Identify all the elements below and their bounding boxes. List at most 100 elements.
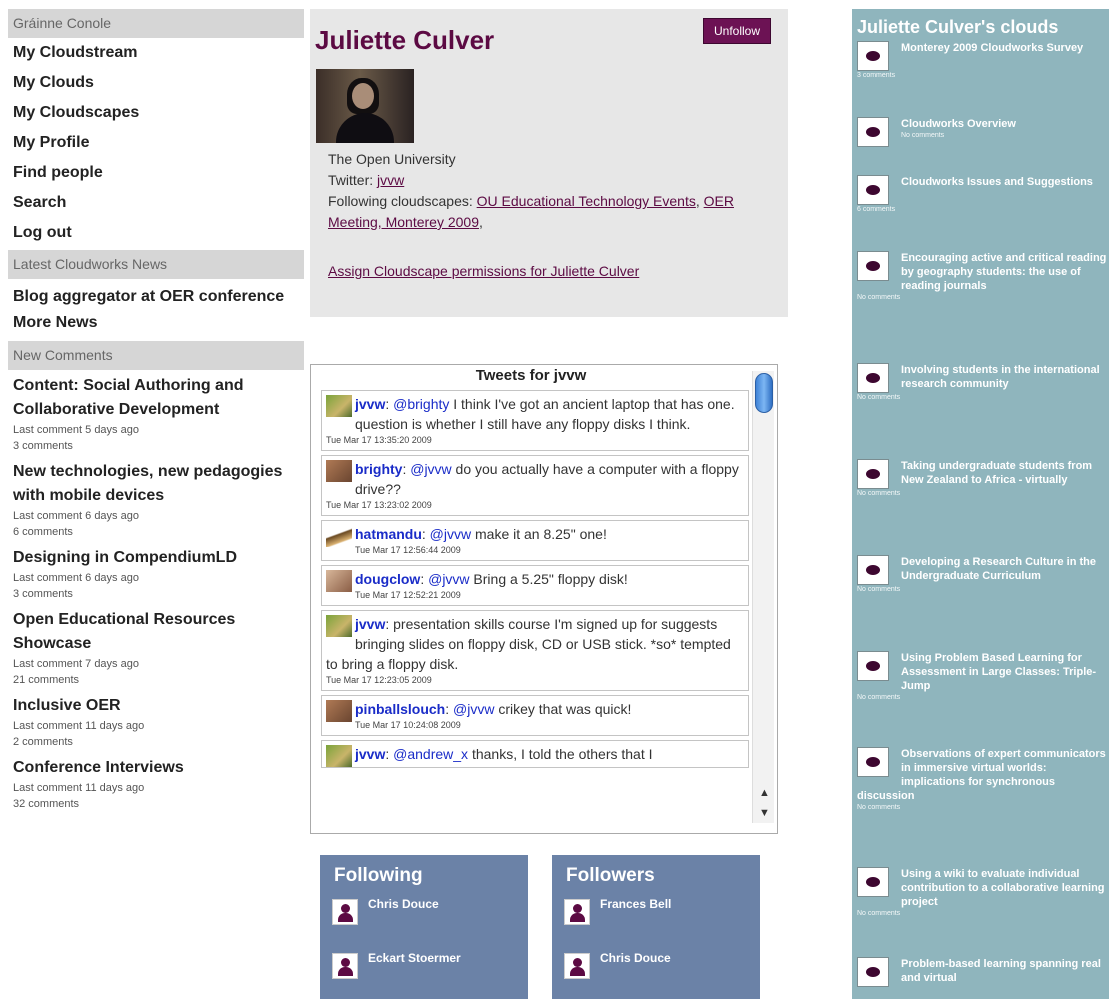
comment-count: 32 comments xyxy=(13,798,80,810)
cloud-title[interactable]: Encouraging active and critical reading … xyxy=(857,251,1107,293)
person-name[interactable]: Chris Douce xyxy=(600,951,671,965)
cloud-title[interactable]: Involving students in the international … xyxy=(857,363,1107,391)
cloud-title[interactable]: Problem-based learning spanning real and… xyxy=(857,957,1107,985)
cloud-item[interactable]: Using a wiki to evaluate individual cont… xyxy=(852,867,1109,957)
nav-my-cloudstream[interactable]: My Cloudstream xyxy=(8,38,304,68)
following-box: Following Chris Douce Eckart Stoermer xyxy=(320,855,528,999)
comment-item: Inclusive OER Last comment 11 days ago 2… xyxy=(8,694,304,750)
tweet-list[interactable]: jvvw: @brighty I think I've got an ancie… xyxy=(321,390,749,832)
cloud-title[interactable]: Observations of expert communicators in … xyxy=(857,747,1107,803)
tweet-mention[interactable]: @brighty xyxy=(393,396,449,412)
nav-my-profile[interactable]: My Profile xyxy=(8,128,304,158)
scroll-up-icon[interactable]: ▲ xyxy=(759,787,770,799)
cloud-title[interactable]: Cloudworks Overview xyxy=(857,117,1107,131)
comment-title[interactable]: Conference Interviews xyxy=(13,756,304,780)
tweet-user[interactable]: hatmandu xyxy=(355,526,422,542)
person-name[interactable]: Eckart Stoermer xyxy=(368,951,461,965)
scrollbar-thumb[interactable] xyxy=(755,373,773,413)
tweet-user[interactable]: brighty xyxy=(355,461,402,477)
cloud-item[interactable]: Cloudworks Issues and Suggestions 6 comm… xyxy=(852,175,1109,251)
user-avatar[interactable] xyxy=(326,395,352,417)
tweets-scrollbar[interactable]: ▲ ▼ xyxy=(752,371,774,823)
person-name[interactable]: Frances Bell xyxy=(600,897,671,911)
cloud-title[interactable]: Using Problem Based Learning for Assessm… xyxy=(857,651,1107,693)
following-person[interactable]: Eckart Stoermer xyxy=(320,949,528,999)
nav-find-people[interactable]: Find people xyxy=(8,158,304,188)
comment-last: Last comment 6 days ago xyxy=(13,572,139,584)
tweet-mention[interactable]: @jvvw xyxy=(428,571,469,587)
tweet-user[interactable]: jvvw xyxy=(355,616,385,632)
tweet-mention[interactable]: @jvvw xyxy=(453,701,494,717)
comment-title[interactable]: Inclusive OER xyxy=(13,694,304,718)
user-avatar[interactable] xyxy=(326,700,352,722)
user-avatar[interactable] xyxy=(326,570,352,592)
cloud-item[interactable]: Developing a Research Culture in the Und… xyxy=(852,555,1109,651)
cloud-comments: 6 comments xyxy=(857,206,896,213)
tweet: hatmandu: @jvvw make it an 8.25" one! Tu… xyxy=(321,520,749,561)
tweet-time: Tue Mar 17 12:56:44 2009 xyxy=(355,545,461,555)
cloud-item[interactable]: Taking undergraduate students from New Z… xyxy=(852,459,1109,555)
cloud-item[interactable]: Observations of expert communicators in … xyxy=(852,747,1109,867)
follower-person[interactable]: Frances Bell xyxy=(552,895,760,949)
tweet-mention[interactable]: @andrew_x xyxy=(393,746,468,762)
tweet-user[interactable]: pinballslouch xyxy=(355,701,445,717)
comment-title[interactable]: Content: Social Authoring and Collaborat… xyxy=(13,374,304,422)
tweet-user[interactable]: dougclow xyxy=(355,571,420,587)
clouds-title: Juliette Culver's clouds xyxy=(857,17,1059,37)
cloud-item[interactable]: Using Problem Based Learning for Assessm… xyxy=(852,651,1109,747)
cloud-item[interactable]: Encouraging active and critical reading … xyxy=(852,251,1109,363)
cloud-item[interactable]: Problem-based learning spanning real and… xyxy=(852,957,1109,997)
news-item[interactable]: Blog aggregator at OER conference xyxy=(8,285,304,309)
more-news-link[interactable]: More News xyxy=(8,311,304,335)
cloudscape-link[interactable]: OU Educational Technology Events xyxy=(477,193,696,209)
comment-count: 2 comments xyxy=(13,736,73,748)
tweet-user[interactable]: jvvw xyxy=(355,746,385,762)
comment-item: Content: Social Authoring and Collaborat… xyxy=(8,374,304,454)
comment-title[interactable]: Open Educational Resources Showcase xyxy=(13,608,304,656)
cloud-item[interactable]: Monterey 2009 Cloudworks Survey 3 commen… xyxy=(852,41,1109,117)
profile-card: Juliette Culver Unfollow The Open Univer… xyxy=(310,9,788,317)
cloud-comments: No comments xyxy=(857,910,901,917)
followers-title: Followers xyxy=(566,865,655,886)
follower-person[interactable]: Chris Douce xyxy=(552,949,760,999)
cloud-icon xyxy=(857,41,889,71)
comment-title[interactable]: New technologies, new pedagogies with mo… xyxy=(13,460,304,508)
nav-my-cloudscapes[interactable]: My Cloudscapes xyxy=(8,98,304,128)
person-avatar-icon xyxy=(564,899,590,925)
tweets-widget: Tweets for jvvw jvvw: @brighty I think I… xyxy=(310,364,778,834)
cloud-title[interactable]: Using a wiki to evaluate individual cont… xyxy=(857,867,1107,909)
cloud-icon xyxy=(857,251,889,281)
tweet-text: thanks, I told the others that I xyxy=(468,746,653,762)
tweet-mention[interactable]: @jvvw xyxy=(430,526,471,542)
cloud-item[interactable]: Cloudworks Overview No comments xyxy=(852,117,1109,175)
tweet-time: Tue Mar 17 12:23:05 2009 xyxy=(326,675,432,685)
cloud-icon xyxy=(857,363,889,393)
following-person[interactable]: Chris Douce xyxy=(320,895,528,949)
cloud-title[interactable]: Monterey 2009 Cloudworks Survey xyxy=(857,41,1107,55)
twitter-handle-link[interactable]: jvvw xyxy=(377,172,404,188)
tweet-mention[interactable]: @jvvw xyxy=(410,461,451,477)
nav-search[interactable]: Search xyxy=(8,188,304,218)
tweet-user[interactable]: jvvw xyxy=(355,396,385,412)
person-name[interactable]: Chris Douce xyxy=(368,897,439,911)
cloud-title[interactable]: Cloudworks Issues and Suggestions xyxy=(857,175,1107,189)
nav-log-out[interactable]: Log out xyxy=(8,218,304,248)
assign-permissions-link[interactable]: Assign Cloudscape permissions for Juliet… xyxy=(328,263,639,279)
user-avatar[interactable] xyxy=(326,525,352,547)
cloud-item[interactable]: Involving students in the international … xyxy=(852,363,1109,459)
cloud-title[interactable]: Developing a Research Culture in the Und… xyxy=(857,555,1107,583)
cloud-icon xyxy=(857,555,889,585)
scroll-down-icon[interactable]: ▼ xyxy=(759,807,770,819)
user-avatar[interactable] xyxy=(326,745,352,767)
cloud-title[interactable]: Taking undergraduate students from New Z… xyxy=(857,459,1107,487)
cloud-comments: No comments xyxy=(857,694,901,701)
nav-my-clouds[interactable]: My Clouds xyxy=(8,68,304,98)
comment-title[interactable]: Designing in CompendiumLD xyxy=(13,546,304,570)
user-avatar[interactable] xyxy=(326,615,352,637)
comment-item: Conference Interviews Last comment 11 da… xyxy=(8,756,304,812)
comment-last: Last comment 6 days ago xyxy=(13,510,139,522)
unfollow-button[interactable]: Unfollow xyxy=(703,18,771,44)
user-avatar[interactable] xyxy=(326,460,352,482)
tweet-text: Bring a 5.25" floppy disk! xyxy=(469,571,628,587)
news-list: Blog aggregator at OER conference More N… xyxy=(8,279,304,337)
